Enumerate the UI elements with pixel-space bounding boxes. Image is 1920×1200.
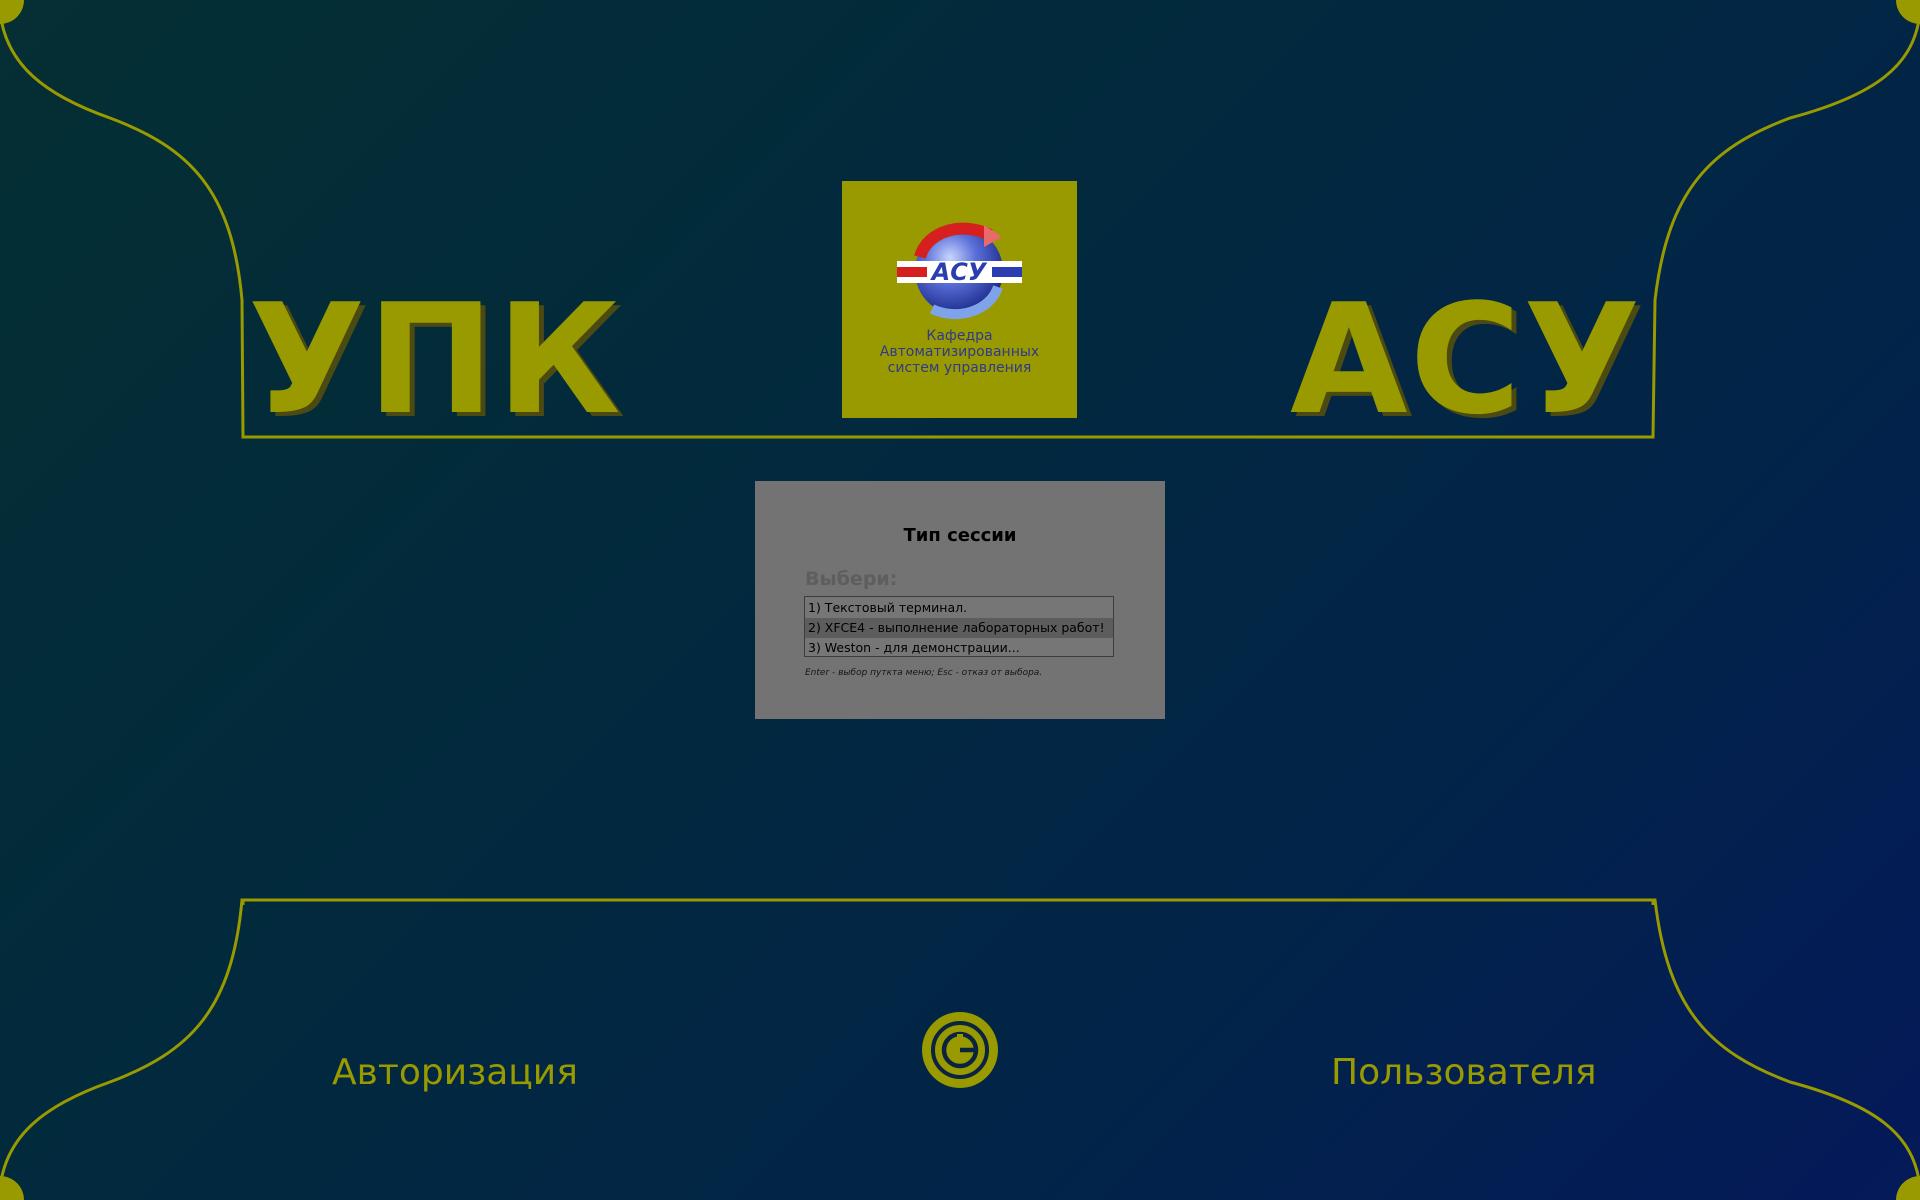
- emblem-text: АСУ: [930, 258, 988, 286]
- keyboard-hint: Enter - выбор путкта меню; Esc - отказ о…: [805, 668, 1043, 678]
- logo-caption-line: Кафедра: [926, 328, 993, 344]
- session-type-dialog: Тип сессии Выбери: 1) Текстовый терминал…: [755, 481, 1165, 719]
- logo-caption-line: Автоматизированных: [879, 344, 1040, 360]
- session-option-text-terminal[interactable]: 1) Текстовый терминал.: [805, 598, 1113, 618]
- asu-emblem-icon: АСУ: [897, 222, 1022, 320]
- corner-dot-top-right: [1896, 0, 1920, 24]
- label-user: Пользователя: [1331, 1052, 1597, 1093]
- session-option-xfce4[interactable]: 2) XFCE4 - выполнение лабораторных работ…: [805, 618, 1113, 638]
- dialog-title: Тип сессии: [903, 525, 1017, 546]
- power-icon[interactable]: [922, 1012, 998, 1088]
- logo-caption: Кафедра Автоматизированных систем управл…: [842, 328, 1077, 376]
- session-menu[interactable]: 1) Текстовый терминал. 2) XFCE4 - выполн…: [804, 596, 1114, 657]
- label-authorization: Авторизация: [332, 1052, 578, 1093]
- dialog-prompt: Выбери:: [805, 568, 898, 590]
- title-upk: УПК: [248, 271, 623, 448]
- corner-dot-top-left: [0, 0, 24, 24]
- corner-dot-bottom-left: [0, 1176, 24, 1200]
- session-option-weston[interactable]: 3) Weston - для демонстрации...: [805, 638, 1113, 658]
- logo-caption-line: систем управления: [887, 360, 1032, 376]
- department-logo: АСУ Кафедра Автоматизированных систем уп…: [842, 181, 1077, 418]
- corner-dot-bottom-right: [1896, 1176, 1920, 1200]
- title-asu: АСУ: [1290, 271, 1643, 448]
